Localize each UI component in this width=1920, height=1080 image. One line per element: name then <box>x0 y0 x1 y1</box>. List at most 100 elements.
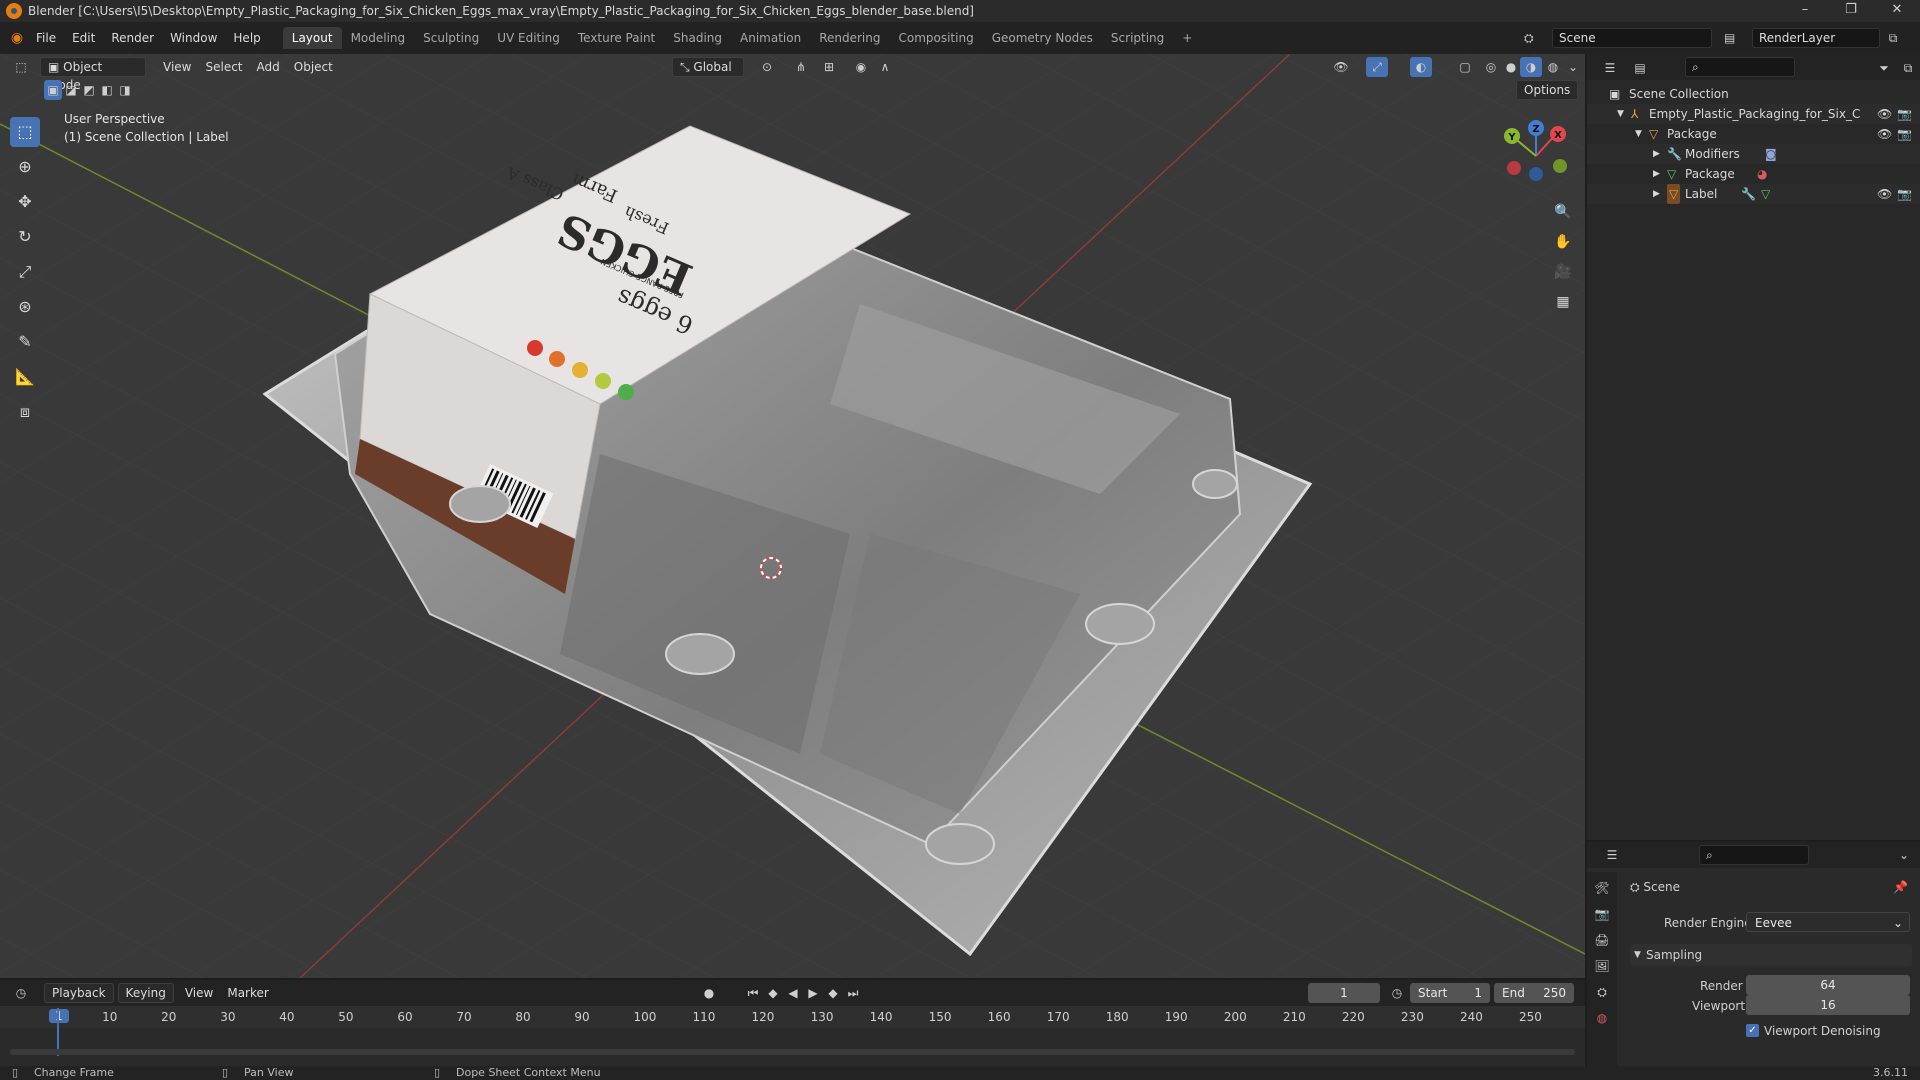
collapse-arrow-icon[interactable]: ▶ <box>1653 144 1660 164</box>
camera-view-icon[interactable]: 🎥 <box>1548 257 1578 287</box>
scene-tab-icon[interactable]: ⛭ <box>1591 982 1613 1002</box>
falloff-icon[interactable]: ∧ <box>874 57 896 77</box>
sampling-panel-header[interactable]: ▼ Sampling <box>1630 944 1912 966</box>
3d-viewport[interactable]: EGGS 6 eggs Fresh Farm Class A FREE RANG… <box>0 54 1585 978</box>
timeline-menu-view[interactable]: View <box>178 983 220 1003</box>
zoom-view-icon[interactable]: 🔍 <box>1548 197 1578 227</box>
close-button[interactable]: ✕ <box>1874 0 1920 22</box>
expand-arrow-icon[interactable]: ▼ <box>1617 104 1624 124</box>
move-tool-icon[interactable]: ✥ <box>10 187 40 217</box>
blender-menu-icon[interactable]: ◉ <box>6 28 28 48</box>
render-tab-icon[interactable]: 📷 <box>1591 904 1613 924</box>
viewport-menu-view[interactable]: View <box>156 57 198 77</box>
outliner-row-modifiers[interactable]: ▶ 🔧 Modifiers ◙ <box>1587 144 1920 164</box>
overlay-toggle-icon[interactable]: ◐ <box>1410 57 1432 77</box>
outliner-row-collection[interactable]: ▼ ⅄ Empty_Plastic_Packaging_for_Six_Chic… <box>1587 104 1920 124</box>
select-new-icon[interactable]: ▣ <box>44 80 62 100</box>
snap-icon[interactable]: ⋔ <box>790 57 812 77</box>
jump-start-icon[interactable]: ⏮ <box>742 983 764 1003</box>
ortho-toggle-icon[interactable]: ▦ <box>1548 287 1578 317</box>
start-frame-field[interactable]: Start 1 <box>1410 983 1490 1003</box>
world-tab-icon[interactable]: ◍ <box>1591 1008 1613 1028</box>
tab-geometry-nodes[interactable]: Geometry Nodes <box>983 27 1102 49</box>
play-icon[interactable]: ▶ <box>802 983 824 1003</box>
collapse-arrow-icon[interactable]: ▶ <box>1653 184 1660 204</box>
shading-options-icon[interactable]: ⌄ <box>1562 57 1584 77</box>
scene-field[interactable]: Scene <box>1552 28 1712 48</box>
rotate-tool-icon[interactable]: ↻ <box>10 222 40 252</box>
record-icon[interactable]: ● <box>698 983 720 1003</box>
visibility-eye-icon[interactable]: 👁 <box>1877 184 1892 204</box>
properties-search-input[interactable]: ⌕ <box>1699 845 1809 865</box>
viewport-denoising-checkbox[interactable]: ✓ <box>1746 1024 1759 1037</box>
properties-editor-icon[interactable]: ☰ <box>1601 845 1623 865</box>
transform-orientation-dropdown[interactable]: ⤡ Global <box>672 57 744 77</box>
outliner-row-package-mesh[interactable]: ▶ ▽ Package ◕ <box>1587 164 1920 184</box>
properties-options-icon[interactable]: ⌄ <box>1893 845 1915 865</box>
pan-view-icon[interactable]: ✋ <box>1548 227 1578 257</box>
mode-selector[interactable]: ▣ Object Mode <box>40 57 146 92</box>
collapse-arrow-icon[interactable]: ▶ <box>1653 164 1660 184</box>
tab-animation[interactable]: Animation <box>731 27 810 49</box>
menu-file[interactable]: File <box>28 31 64 45</box>
display-mode-icon[interactable]: ▤ <box>1629 58 1651 78</box>
navigation-gizmo[interactable]: Z X Y <box>1498 116 1574 192</box>
render-camera-icon[interactable]: 📷 <box>1897 124 1912 144</box>
expand-arrow-icon[interactable]: ▼ <box>1635 124 1642 144</box>
gizmo-toggle-icon[interactable]: ⤢ <box>1366 57 1388 77</box>
tab-sculpting[interactable]: Sculpting <box>414 27 488 49</box>
preview-range-icon[interactable]: ◷ <box>1386 983 1408 1003</box>
new-collection-icon[interactable]: ⧉ <box>1897 58 1919 78</box>
new-renderlayer-icon[interactable]: ⧉ <box>1882 28 1904 48</box>
scale-tool-icon[interactable]: ⤢ <box>10 257 40 287</box>
play-reverse-icon[interactable]: ◀ <box>782 983 804 1003</box>
timeline-menu-playback[interactable]: Playback <box>44 983 114 1003</box>
pin-icon[interactable]: 📌 <box>1893 876 1908 898</box>
timeline-editor-icon[interactable]: ◷ <box>10 983 32 1003</box>
tab-compositing[interactable]: Compositing <box>889 27 982 49</box>
tab-rendering[interactable]: Rendering <box>810 27 889 49</box>
menu-window[interactable]: Window <box>162 31 225 45</box>
add-cube-tool-icon[interactable]: ⧈ <box>10 397 40 427</box>
outliner-row-package[interactable]: ▼ ▽ Package 👁 📷 <box>1587 124 1920 144</box>
next-keyframe-icon[interactable]: ◆ <box>822 983 844 1003</box>
tab-uv-editing[interactable]: UV Editing <box>488 27 569 49</box>
timeline-menu-marker[interactable]: Marker <box>220 983 275 1003</box>
render-samples-field[interactable]: 64 <box>1746 975 1910 995</box>
renderlayer-field[interactable]: RenderLayer <box>1752 28 1880 48</box>
transform-tool-icon[interactable]: ⊛ <box>10 292 40 322</box>
renderlayer-selector[interactable]: ▤ <box>1724 28 1735 48</box>
select-extend-icon[interactable]: ◪ <box>62 80 80 100</box>
snap-target-icon[interactable]: ⊞ <box>818 57 840 77</box>
editor-type-icon[interactable]: ⬚ <box>10 57 32 77</box>
select-intersect-icon[interactable]: ◨ <box>116 80 134 100</box>
scene-selector[interactable]: ⛭ <box>1524 28 1534 48</box>
xray-icon[interactable]: ▢ <box>1454 57 1476 77</box>
outliner-search-input[interactable]: ⌕ <box>1685 57 1795 77</box>
visibility-eye-icon[interactable]: 👁 <box>1877 124 1892 144</box>
viewport-menu-object[interactable]: Object <box>287 57 340 77</box>
menu-edit[interactable]: Edit <box>64 31 103 45</box>
maximize-button[interactable]: ❐ <box>1828 0 1874 22</box>
visibility-icon[interactable]: 👁 <box>1330 57 1352 77</box>
tab-scripting[interactable]: Scripting <box>1102 27 1173 49</box>
timeline-ruler[interactable]: 1102030405060708090100110120130140150160… <box>0 1006 1585 1028</box>
render-camera-icon[interactable]: 📷 <box>1897 104 1912 124</box>
menu-render[interactable]: Render <box>103 31 162 45</box>
options-button[interactable]: Options <box>1516 80 1579 100</box>
tab-shading[interactable]: Shading <box>664 27 731 49</box>
prev-keyframe-icon[interactable]: ◆ <box>762 983 784 1003</box>
menu-help[interactable]: Help <box>225 31 268 45</box>
timeline-menu-keying[interactable]: Keying <box>117 983 174 1003</box>
select-invert-icon[interactable]: ◧ <box>98 80 116 100</box>
visibility-eye-icon[interactable]: 👁 <box>1877 104 1892 124</box>
annotate-tool-icon[interactable]: ✎ <box>10 327 40 357</box>
rendered-shading-icon[interactable]: ◍ <box>1542 57 1564 77</box>
output-tab-icon[interactable]: 🖨 <box>1591 930 1613 950</box>
material-shading-icon[interactable]: ◑ <box>1520 57 1542 77</box>
cursor-tool-icon[interactable]: ⊕ <box>10 152 40 182</box>
outliner-row-scene-collection[interactable]: ▣ Scene Collection <box>1587 84 1920 104</box>
minimize-button[interactable]: – <box>1782 0 1828 22</box>
render-engine-dropdown[interactable]: Eevee ⌄ <box>1746 912 1910 932</box>
select-box-tool-icon[interactable]: ⬚ <box>10 117 40 147</box>
